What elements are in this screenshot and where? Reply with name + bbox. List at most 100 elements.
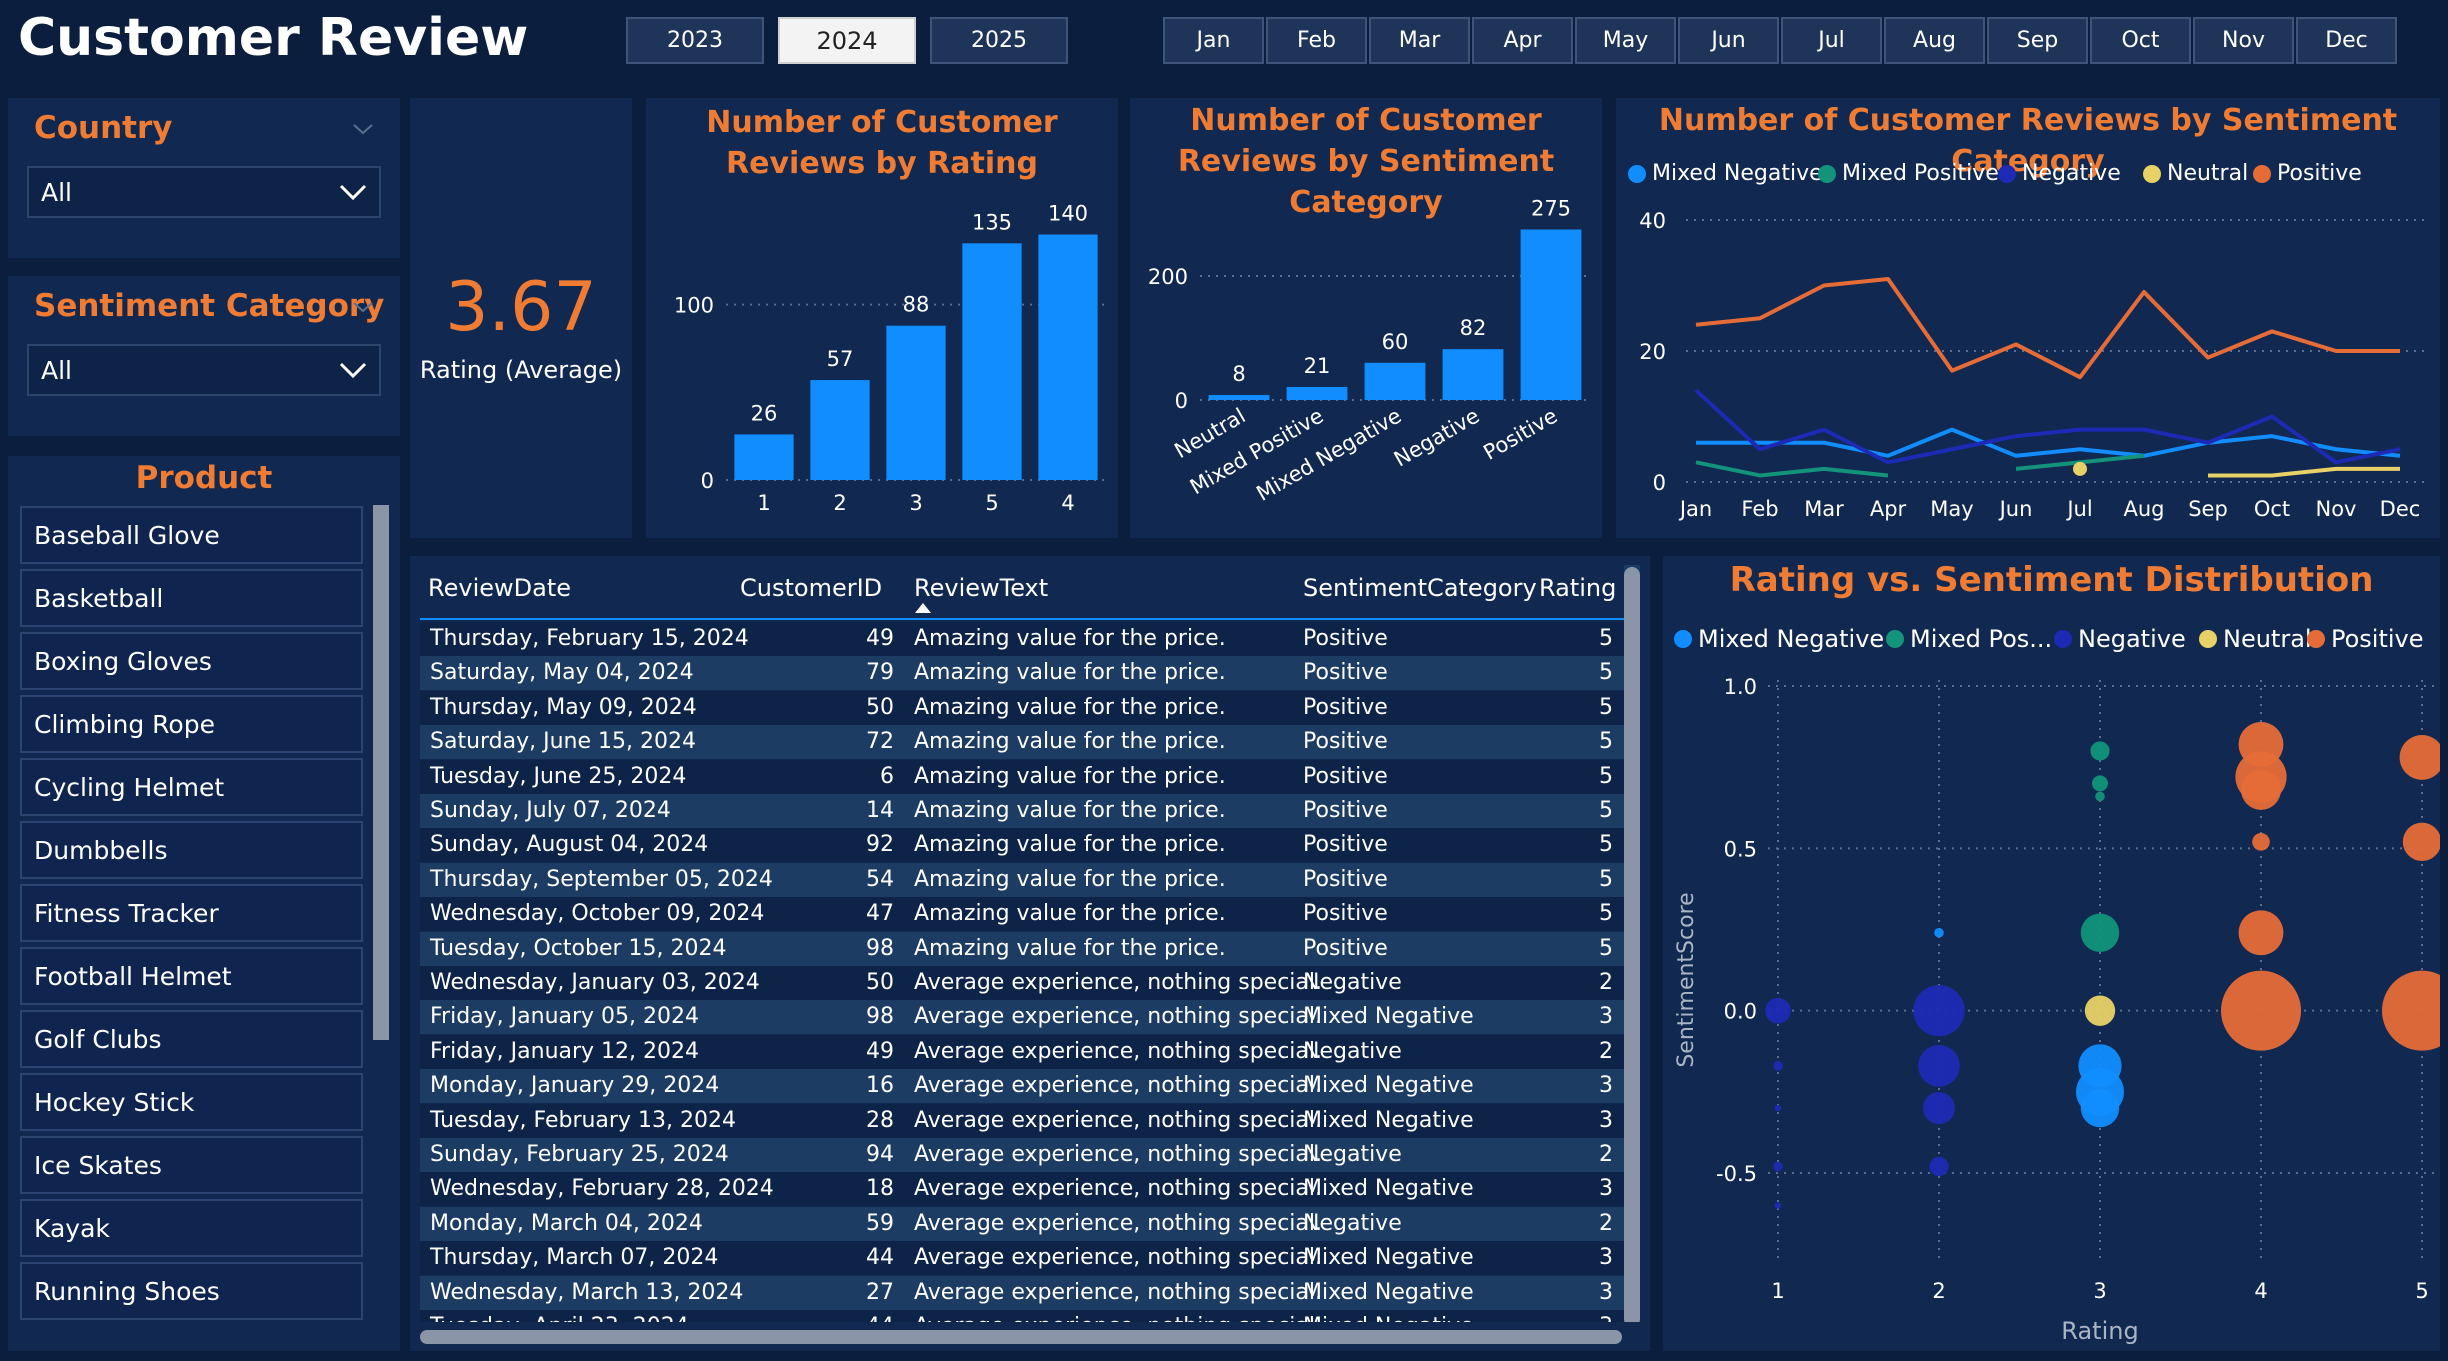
product-item[interactable]: Basketball [20, 569, 363, 627]
table-row[interactable]: Saturday, June 15, 2024 72 Amazing value f… [420, 725, 1625, 760]
legend-item[interactable]: Mixed Positive [1818, 161, 1999, 186]
table-row[interactable]: Sunday, July 07, 2024 14 Amazing value for… [420, 794, 1625, 828]
table-row[interactable]: Tuesday, June 25, 2024 6 Amazing value for… [420, 759, 1625, 794]
chevron-down-icon[interactable] [352, 296, 374, 318]
table-row[interactable]: Thursday, March 07, 2024 44 Average experi… [420, 1241, 1625, 1276]
product-item[interactable]: Dumbbells [20, 821, 363, 879]
scatter-point-negative[interactable] [1913, 985, 1965, 1037]
data-point[interactable] [2073, 461, 2087, 476]
scatter-point-positive[interactable] [2382, 970, 2440, 1051]
bar[interactable] [962, 243, 1022, 480]
product-item[interactable]: Running Shoes [20, 1262, 363, 1320]
month-button-apr[interactable]: Apr [1472, 17, 1573, 64]
table-horizontal-scrollbar[interactable] [420, 1330, 1622, 1344]
legend-item[interactable]: Negative [1998, 161, 2121, 186]
country-dropdown[interactable]: All [27, 166, 381, 218]
column-header-reviewdate[interactable]: ReviewDate [428, 574, 571, 602]
scatter-point-positive[interactable] [2252, 833, 2270, 851]
year-button-2023[interactable]: 2023 [626, 17, 764, 64]
scatter-point-mixed-positive[interactable] [2080, 913, 2120, 952]
year-button-2024[interactable]: 2024 [778, 17, 916, 64]
month-button-dec[interactable]: Dec [2296, 17, 2397, 64]
scatter-point-positive[interactable] [2238, 910, 2284, 956]
table-row[interactable]: Monday, January 29, 2024 16 Average experi… [420, 1069, 1625, 1104]
bar[interactable] [1286, 386, 1348, 400]
legend-item[interactable]: Mixed Pos... [1886, 625, 2052, 653]
bar[interactable] [1038, 234, 1098, 480]
bar[interactable] [1364, 362, 1426, 400]
scatter-point-negative[interactable] [1918, 1045, 1960, 1087]
table-row[interactable]: Wednesday, March 13, 2024 27 Average exper… [420, 1275, 1625, 1310]
bar[interactable] [886, 325, 946, 480]
product-item[interactable]: Kayak [20, 1199, 363, 1257]
legend-item[interactable]: Mixed Negative [1674, 625, 1884, 653]
bar[interactable] [734, 434, 794, 480]
scatter-point-mixed-positive[interactable] [2095, 791, 2105, 802]
table-row[interactable]: Sunday, February 25, 2024 94 Average exper… [420, 1138, 1625, 1172]
sort-ascending-icon[interactable] [914, 602, 932, 614]
legend-item[interactable]: Neutral [2199, 625, 2312, 653]
scatter-point-negative[interactable] [1774, 1104, 1782, 1112]
month-button-mar[interactable]: Mar [1369, 17, 1470, 64]
product-item[interactable]: Football Helmet [20, 947, 363, 1005]
scatter-point-mixed-negative[interactable] [1934, 927, 1944, 938]
table-row[interactable]: Thursday, September 05, 2024 54 Amazing va… [420, 862, 1625, 897]
product-item[interactable]: Fitness Tracker [20, 884, 363, 942]
month-button-aug[interactable]: Aug [1884, 17, 1985, 64]
legend-item[interactable]: Positive [2307, 625, 2424, 653]
table-row[interactable]: Saturday, May 04, 2024 79 Amazing value fo… [420, 656, 1625, 691]
scatter-point-mixed-positive[interactable] [2092, 775, 2108, 792]
year-button-2025[interactable]: 2025 [930, 17, 1068, 64]
scatter-point-negative[interactable] [1773, 1061, 1783, 1071]
month-button-may[interactable]: May [1575, 17, 1676, 64]
table-row[interactable]: Wednesday, February 28, 2024 18 Average ex… [420, 1172, 1625, 1207]
column-header-reviewtext[interactable]: ReviewText [914, 574, 1048, 602]
table-row[interactable]: Friday, January 12, 2024 49 Average experi… [420, 1034, 1625, 1069]
table-row[interactable]: Wednesday, January 03, 2024 50 Average exp… [420, 966, 1625, 1000]
table-row[interactable]: Wednesday, October 09, 2024 47 Amazing val… [420, 897, 1625, 932]
month-button-oct[interactable]: Oct [2090, 17, 2191, 64]
product-item[interactable]: Climbing Rope [20, 695, 363, 753]
sentiment-dropdown[interactable]: All [27, 344, 381, 396]
table-row[interactable]: Monday, March 04, 2024 59 Average experien… [420, 1206, 1625, 1241]
scatter-point-positive[interactable] [2241, 769, 2281, 810]
month-button-jul[interactable]: Jul [1781, 17, 1882, 64]
table-row[interactable]: Thursday, February 15, 2024 49 Amazing val… [420, 622, 1625, 656]
scatter-point-negative[interactable] [1773, 1161, 1783, 1172]
product-item[interactable]: Cycling Helmet [20, 758, 363, 816]
product-scrollbar[interactable] [373, 505, 389, 1040]
table-row[interactable]: Thursday, May 09, 2024 50 Amazing value fo… [420, 690, 1625, 725]
table-row[interactable]: Sunday, August 04, 2024 92 Amazing value f… [420, 828, 1625, 863]
legend-item[interactable]: Mixed Negative [1628, 161, 1823, 186]
scatter-point-negative[interactable] [1929, 1156, 1949, 1177]
bar[interactable] [810, 380, 870, 480]
bar[interactable] [1442, 349, 1504, 400]
table-row[interactable]: Tuesday, February 13, 2024 28 Average expe… [420, 1103, 1625, 1138]
scatter-point-negative[interactable] [1765, 997, 1791, 1024]
table-vertical-scrollbar[interactable] [1624, 567, 1640, 1327]
product-item[interactable]: Hockey Stick [20, 1073, 363, 1131]
scatter-point-mixed-positive[interactable] [2090, 741, 2110, 761]
scatter-point-positive[interactable] [2221, 970, 2301, 1051]
chevron-down-icon[interactable] [352, 118, 374, 140]
scatter-point-negative[interactable] [1923, 1092, 1955, 1125]
series-line-mixed-positive[interactable] [1695, 460, 1889, 478]
scatter-point-neutral[interactable] [2084, 995, 2116, 1026]
column-header-rating[interactable]: Rating [1539, 574, 1616, 602]
month-button-jan[interactable]: Jan [1163, 17, 1264, 64]
scatter-point-mixed-negative[interactable] [2080, 1088, 2120, 1128]
month-button-sep[interactable]: Sep [1987, 17, 2088, 64]
scatter-point-positive[interactable] [2399, 735, 2440, 780]
table-row[interactable]: Friday, January 05, 2024 98 Average experi… [420, 1000, 1625, 1035]
legend-item[interactable]: Positive [2253, 161, 2362, 186]
series-line-neutral[interactable] [2208, 466, 2400, 478]
legend-item[interactable]: Negative [2054, 625, 2186, 653]
column-header-customerid[interactable]: CustomerID [740, 574, 882, 602]
scatter-point-negative[interactable] [1774, 1202, 1782, 1209]
product-item[interactable]: Ice Skates [20, 1136, 363, 1194]
column-header-sentimentcategory[interactable]: SentimentCategory [1303, 574, 1537, 602]
table-row[interactable]: Tuesday, October 15, 2024 98 Amazing value… [420, 931, 1625, 966]
legend-item[interactable]: Neutral [2143, 161, 2248, 186]
bar[interactable] [1520, 229, 1582, 401]
month-button-jun[interactable]: Jun [1678, 17, 1779, 64]
